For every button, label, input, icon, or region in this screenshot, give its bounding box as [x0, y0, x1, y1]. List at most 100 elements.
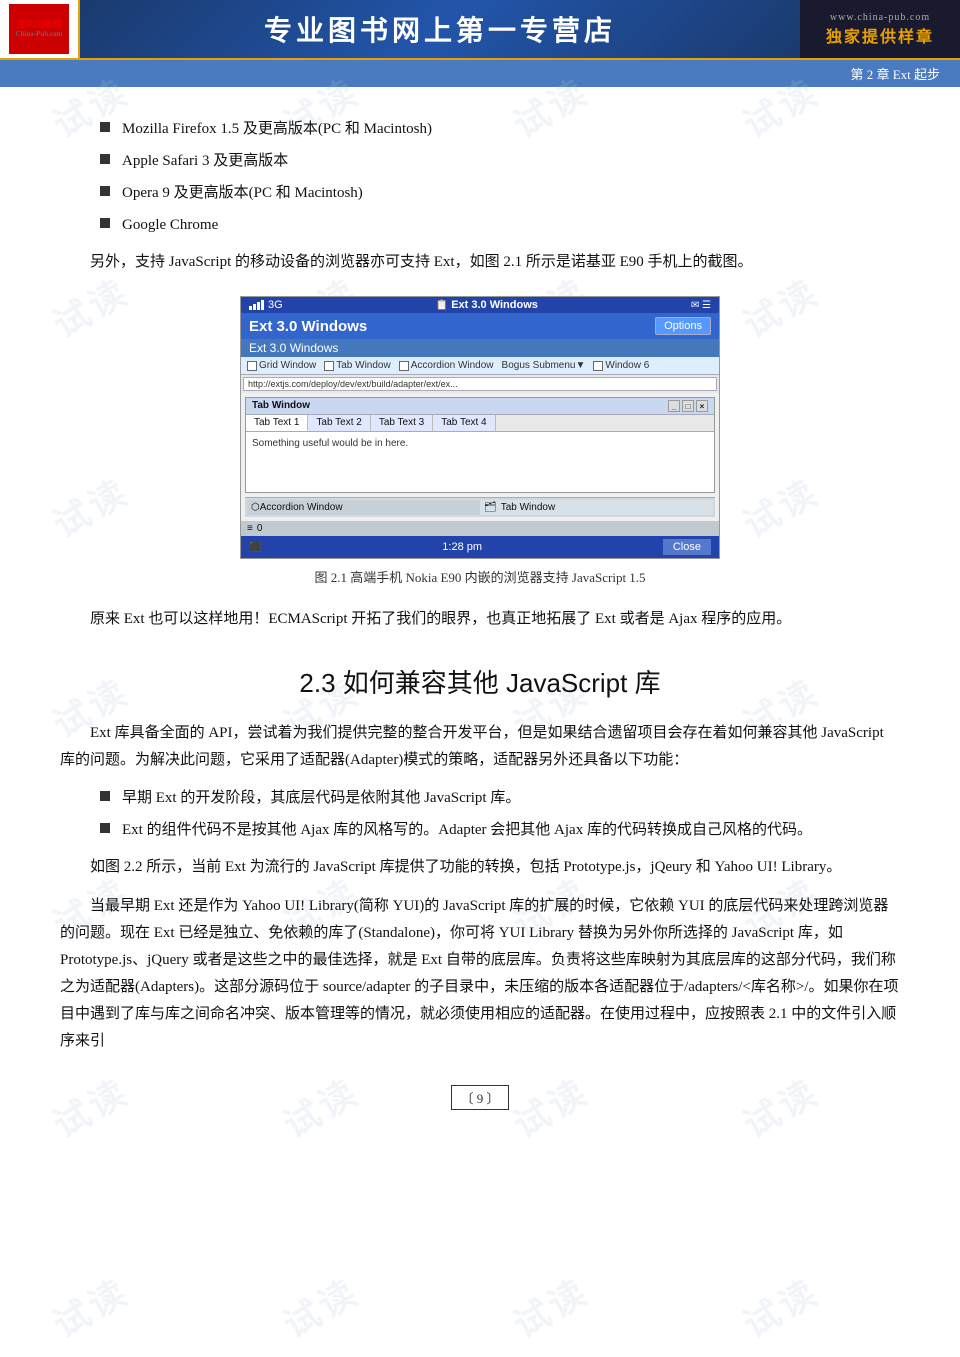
exclusive-label: 独家提供样章	[826, 23, 934, 47]
browser-list: Mozilla Firefox 1.5 及更高版本(PC 和 Macintosh…	[100, 117, 900, 237]
bullet-icon	[100, 186, 110, 196]
window-controls: _ □ ×	[668, 400, 708, 412]
inner-window-label: Tab Window	[252, 400, 310, 412]
list-item: Apple Safari 3 及更高版本	[100, 149, 900, 173]
phone-app-header: Ext 3.0 Windows Options	[241, 313, 719, 339]
list-item-text: 早期 Ext 的开发阶段，其底层代码是依附其他 JavaScript 库。	[122, 786, 520, 810]
para-after-figure: 原来 Ext 也可以这样地用！ECMAScript 开拓了我们的眼界，也真正地拓…	[60, 606, 900, 633]
chapter-text: 第 2 章 Ext 起步	[850, 67, 940, 82]
menu-checkbox	[324, 361, 334, 371]
menu-checkbox	[399, 361, 409, 371]
menu-item-tab: Tab Window	[324, 360, 390, 371]
logo-container: 互动出版网 China-Pub.com	[0, 0, 80, 58]
tab-1[interactable]: Tab Text 1	[246, 415, 308, 431]
list-item: Mozilla Firefox 1.5 及更高版本(PC 和 Macintosh…	[100, 117, 900, 141]
figure-2-1: 3G 📋 Ext 3.0 Windows ✉ ☰ Ext 3.0 Windows…	[60, 296, 900, 586]
bullet-icon	[100, 122, 110, 132]
menu-item-grid: Grid Window	[247, 360, 316, 371]
page-number: 〔 9 〕	[451, 1085, 508, 1110]
site-title: 专业图书网上第一专营店	[264, 9, 616, 49]
watermark-text: 试读	[42, 1263, 137, 1348]
small-bar-icon: ≡	[247, 523, 253, 534]
bullet-icon	[100, 218, 110, 228]
tab-window-docked: 🗂 Tab Window	[480, 500, 713, 515]
docked-windows-bar: ⬡ Accordion Window 🗂 Tab Window	[245, 497, 715, 517]
list-item-text: Google Chrome	[122, 213, 218, 237]
list-item: 早期 Ext 的开发阶段，其底层代码是依附其他 JavaScript 库。	[100, 786, 900, 810]
list-item-text: Opera 9 及更高版本(PC 和 Macintosh)	[122, 181, 363, 205]
app-subtitle: Ext 3.0 Windows	[241, 339, 719, 357]
signal-icon	[249, 300, 264, 310]
phone-url-bar: http://extjs.com/deploy/dev/ext/build/ad…	[243, 377, 717, 391]
page-header: 互动出版网 China-Pub.com 专业图书网上第一专营店 www.chin…	[0, 0, 960, 60]
page-number-area: 〔 9 〕	[60, 1085, 900, 1110]
logo: 互动出版网 China-Pub.com	[9, 4, 69, 54]
accordion-title: Accordion Window	[260, 502, 343, 513]
tab-3[interactable]: Tab Text 3	[371, 415, 433, 431]
accordion-docked: ⬡ Accordion Window	[247, 500, 480, 515]
phone-inner-window: Tab Window _ □ × Tab Text 1 Tab Text 2 T…	[245, 397, 715, 493]
accordion-label: ⬡	[251, 502, 260, 513]
menu-checkbox	[247, 361, 257, 371]
page-number-value: 9	[477, 1091, 484, 1106]
figure-caption: 图 2.1 高端手机 Nokia E90 内嵌的浏览器支持 JavaScript…	[314, 567, 645, 586]
list-item: Ext 的组件代码不是按其他 Ajax 库的风格写的。Adapter 会把其他 …	[100, 818, 900, 842]
footer-left: ⬛	[249, 542, 261, 553]
tab-icon: 🗂	[484, 502, 497, 513]
phone-screenshot: 3G 📋 Ext 3.0 Windows ✉ ☰ Ext 3.0 Windows…	[240, 296, 720, 559]
footer-close-button[interactable]: Close	[663, 539, 711, 555]
tab-window-title: Tab Window	[501, 502, 555, 513]
menu-item-window6: Window 6	[593, 360, 649, 371]
header-title-area: 专业图书网上第一专营店	[80, 0, 800, 58]
tab-2[interactable]: Tab Text 2	[308, 415, 370, 431]
network-label: 3G	[268, 299, 283, 311]
website-url: www.china-pub.com	[830, 12, 930, 23]
watermark-text: 试读	[732, 1263, 827, 1348]
menu-checkbox	[593, 361, 603, 371]
app-status-title: 📋 Ext 3.0 Windows	[436, 299, 538, 311]
status-icons: ✉ ☰	[691, 300, 711, 311]
bullet-icon	[100, 823, 110, 833]
watermark-text: 试读	[502, 1263, 597, 1348]
status-left: 3G	[249, 299, 283, 311]
tab-content-text: Something useful would be in here.	[252, 438, 408, 449]
phone-status-bar: 3G 📋 Ext 3.0 Windows ✉ ☰	[241, 297, 719, 313]
list-item-text: Apple Safari 3 及更高版本	[122, 149, 288, 173]
maximize-btn[interactable]: □	[682, 400, 694, 412]
footer-time: 1:28 pm	[442, 541, 482, 553]
tabs-bar: Tab Text 1 Tab Text 2 Tab Text 3 Tab Tex…	[246, 415, 714, 432]
page-number-text: 〔	[460, 1091, 473, 1106]
list-item: Google Chrome	[100, 213, 900, 237]
watermark-text: 试读	[272, 1263, 367, 1348]
section-heading-2-3: 2.3 如何兼容其他 JavaScript 库	[60, 663, 900, 700]
intro-paragraph: 另外，支持 JavaScript 的移动设备的浏览器亦可支持 Ext，如图 2.…	[60, 249, 900, 276]
small-bar-text: 0	[257, 523, 263, 534]
bullet-icon	[100, 154, 110, 164]
phone-window-area: Tab Window _ □ × Tab Text 1 Tab Text 2 T…	[241, 393, 719, 521]
phone-menu-bar: Grid Window Tab Window Accordion Window …	[241, 357, 719, 375]
para5: 当最早期 Ext 还是作为 Yahoo UI! Library(简称 YUI)的…	[60, 893, 900, 1055]
tab-4[interactable]: Tab Text 4	[433, 415, 495, 431]
list-item-text: Mozilla Firefox 1.5 及更高版本(PC 和 Macintosh…	[122, 117, 432, 141]
bullet-icon	[100, 791, 110, 801]
adapter-list: 早期 Ext 的开发阶段，其底层代码是依附其他 JavaScript 库。 Ex…	[100, 786, 900, 842]
phone-footer: ⬛ 1:28 pm Close	[241, 536, 719, 558]
list-item: Opera 9 及更高版本(PC 和 Macintosh)	[100, 181, 900, 205]
main-content: Mozilla Firefox 1.5 及更高版本(PC 和 Macintosh…	[0, 87, 960, 1150]
tab-content-area: Something useful would be in here.	[246, 432, 714, 492]
para4: 如图 2.2 所示，当前 Ext 为流行的 JavaScript 库提供了功能的…	[60, 854, 900, 881]
list-item-text: Ext 的组件代码不是按其他 Ajax 库的风格写的。Adapter 会把其他 …	[122, 818, 812, 842]
app-title-text: Ext 3.0 Windows	[451, 299, 538, 311]
menu-item-bogus: Bogus Submenu▼	[502, 360, 586, 371]
page-number-text: 〕	[487, 1091, 500, 1106]
para3: Ext 库具备全面的 API，尝试着为我们提供完整的整合开发平台，但是如果结合遗…	[60, 720, 900, 774]
small-bar: ≡ 0	[241, 521, 719, 536]
close-btn[interactable]: ×	[696, 400, 708, 412]
header-right-area: www.china-pub.com 独家提供样章	[800, 0, 960, 58]
options-button[interactable]: Options	[655, 317, 711, 335]
app-window-title: Ext 3.0 Windows	[249, 318, 367, 335]
inner-window-title: Tab Window _ □ ×	[246, 398, 714, 415]
menu-item-accordion: Accordion Window	[399, 360, 494, 371]
chapter-bar: 第 2 章 Ext 起步	[0, 60, 960, 87]
minimize-btn[interactable]: _	[668, 400, 680, 412]
